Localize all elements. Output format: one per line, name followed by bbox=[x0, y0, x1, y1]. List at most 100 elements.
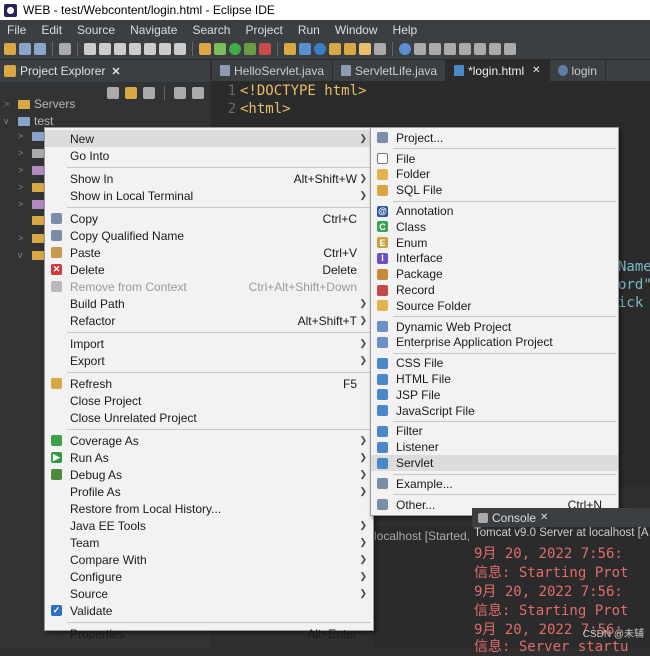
menu-item-source-folder[interactable]: Source Folder bbox=[371, 298, 618, 314]
menu-item-refresh[interactable]: Refresh F5 bbox=[45, 375, 373, 392]
console-tab[interactable]: Console ✕ bbox=[472, 508, 650, 527]
tree-item-test[interactable]: v test bbox=[4, 114, 53, 128]
terminate-icon[interactable] bbox=[114, 43, 126, 55]
menu-edit[interactable]: Edit bbox=[34, 23, 70, 37]
menu-item-interface[interactable]: I Interface bbox=[371, 251, 618, 267]
menu-item-java-ee-tools[interactable]: Java EE Tools ❯ bbox=[45, 517, 373, 534]
save-all-icon[interactable] bbox=[34, 43, 46, 55]
menu-item-validate[interactable]: ✓ Validate bbox=[45, 602, 373, 619]
menu-item-run-as[interactable]: ▶ Run As ❯ bbox=[45, 449, 373, 466]
globe-icon[interactable] bbox=[399, 43, 411, 55]
menu-item-project[interactable]: Project... bbox=[371, 130, 618, 146]
menu-item-annotation[interactable]: @ Annotation bbox=[371, 203, 618, 219]
search-icon[interactable] bbox=[374, 43, 386, 55]
chevron-right-icon[interactable]: > bbox=[18, 165, 28, 175]
menu-item-restore-from-local-history[interactable]: Restore from Local History... bbox=[45, 500, 373, 517]
terminal-icon[interactable] bbox=[59, 43, 71, 55]
menu-item-filter[interactable]: Filter bbox=[371, 424, 618, 440]
menu-item-close-project[interactable]: Close Project bbox=[45, 392, 373, 409]
external-tools-icon[interactable] bbox=[259, 43, 271, 55]
chevron-right-icon[interactable]: > bbox=[18, 233, 28, 243]
menu-item-folder[interactable]: Folder bbox=[371, 167, 618, 183]
menu-item-refactor[interactable]: Refactor Alt+Shift+T ❯ bbox=[45, 312, 373, 329]
menu-project[interactable]: Project bbox=[238, 23, 290, 37]
tree-item[interactable]: v bbox=[18, 250, 44, 260]
view-menu-icon[interactable] bbox=[174, 87, 186, 99]
last-edit-icon[interactable] bbox=[459, 43, 471, 55]
menu-source[interactable]: Source bbox=[70, 23, 123, 37]
run-icon[interactable] bbox=[229, 43, 241, 55]
menu-window[interactable]: Window bbox=[328, 23, 386, 37]
tree-item[interactable] bbox=[32, 216, 44, 225]
menu-file[interactable]: File bbox=[0, 23, 34, 37]
open-task-icon[interactable] bbox=[344, 43, 356, 55]
chevron-right-icon[interactable]: > bbox=[18, 182, 28, 192]
project-explorer-close-icon[interactable]: ✕ bbox=[111, 65, 120, 78]
menu-item-copy[interactable]: Copy Ctrl+C bbox=[45, 210, 373, 227]
menu-item-debug-as[interactable]: Debug As ❯ bbox=[45, 466, 373, 483]
menu-item-class[interactable]: C Class bbox=[371, 219, 618, 235]
menu-item-compare-with[interactable]: Compare With ❯ bbox=[45, 551, 373, 568]
tab-servlet-life[interactable]: ServletLife.java bbox=[333, 60, 447, 81]
link-editor-icon[interactable] bbox=[125, 87, 137, 99]
menu-item-remove-from-context[interactable]: Remove from Context Ctrl+Alt+Shift+Down bbox=[45, 278, 373, 295]
tree-item-servers[interactable]: > Servers bbox=[4, 97, 75, 111]
menu-item-import[interactable]: Import ❯ bbox=[45, 335, 373, 352]
step-over-icon[interactable] bbox=[159, 43, 171, 55]
menu-item-show-in[interactable]: Show In Alt+Shift+W ❯ bbox=[45, 170, 373, 187]
tree-item[interactable]: > bbox=[18, 131, 44, 141]
chevron-right-icon[interactable]: > bbox=[18, 148, 28, 158]
pin-icon[interactable] bbox=[504, 43, 516, 55]
menu-item-close-unrelated-project[interactable]: Close Unrelated Project bbox=[45, 409, 373, 426]
server-status-text[interactable]: localhost [Started, S bbox=[374, 529, 481, 543]
project-explorer-title[interactable]: Project Explorer bbox=[20, 64, 105, 78]
menu-item-dynamic-web-project[interactable]: Dynamic Web Project bbox=[371, 319, 618, 335]
step-into-icon[interactable] bbox=[144, 43, 156, 55]
new-java-project-icon[interactable] bbox=[284, 43, 296, 55]
menu-item-build-path[interactable]: Build Path ❯ bbox=[45, 295, 373, 312]
tab-login[interactable]: login bbox=[550, 60, 606, 81]
tree-item[interactable]: > bbox=[18, 233, 44, 243]
chevron-down-icon[interactable]: v bbox=[4, 116, 14, 126]
menu-item-css-file[interactable]: CSS File bbox=[371, 355, 618, 371]
menu-item-show-in-local-terminal[interactable]: Show in Local Terminal ❯ bbox=[45, 187, 373, 204]
menu-item-source[interactable]: Source ❯ bbox=[45, 585, 373, 602]
disconnect-icon[interactable] bbox=[129, 43, 141, 55]
menu-item-file[interactable]: File bbox=[371, 151, 618, 167]
menu-item-profile-as[interactable]: Profile As ❯ bbox=[45, 483, 373, 500]
suspend-icon[interactable] bbox=[99, 43, 111, 55]
menu-item-new[interactable]: New ❯ bbox=[45, 130, 373, 147]
debug-icon[interactable] bbox=[244, 43, 256, 55]
new-package-icon[interactable] bbox=[299, 43, 311, 55]
pencil-icon[interactable] bbox=[359, 43, 371, 55]
menu-item-copy-qualified-name[interactable]: Copy Qualified Name bbox=[45, 227, 373, 244]
menu-item-enum[interactable]: E Enum bbox=[371, 235, 618, 251]
menu-search[interactable]: Search bbox=[185, 23, 238, 37]
menu-item-sql-file[interactable]: SQL File bbox=[371, 182, 618, 198]
chevron-right-icon[interactable]: > bbox=[18, 131, 28, 141]
step-return-icon[interactable] bbox=[174, 43, 186, 55]
menu-item-example[interactable]: Example... bbox=[371, 476, 618, 492]
menu-item-listener[interactable]: Listener bbox=[371, 439, 618, 455]
tree-item[interactable]: > bbox=[18, 182, 44, 192]
coverage-icon[interactable] bbox=[214, 43, 226, 55]
next-annotation-icon[interactable] bbox=[429, 43, 441, 55]
prev-annotation-icon[interactable] bbox=[444, 43, 456, 55]
open-type-icon[interactable] bbox=[199, 43, 211, 55]
tree-item[interactable]: > bbox=[18, 148, 44, 158]
menu-item-paste[interactable]: Paste Ctrl+V bbox=[45, 244, 373, 261]
new-icon[interactable] bbox=[4, 43, 16, 55]
collapse-all-icon[interactable] bbox=[107, 87, 119, 99]
chevron-right-icon[interactable]: > bbox=[18, 199, 28, 209]
tree-item[interactable]: > bbox=[18, 165, 44, 175]
chevron-right-icon[interactable]: > bbox=[4, 99, 14, 109]
menu-item-export[interactable]: Export ❯ bbox=[45, 352, 373, 369]
filter-icon[interactable] bbox=[143, 87, 155, 99]
menu-item-go-into[interactable]: Go Into bbox=[45, 147, 373, 164]
menu-item-team[interactable]: Team ❯ bbox=[45, 534, 373, 551]
menu-item-jsp-file[interactable]: JSP File bbox=[371, 387, 618, 403]
tree-item[interactable]: > bbox=[18, 199, 44, 209]
back-icon[interactable] bbox=[474, 43, 486, 55]
menu-item-coverage-as[interactable]: Coverage As ❯ bbox=[45, 432, 373, 449]
save-icon[interactable] bbox=[19, 43, 31, 55]
